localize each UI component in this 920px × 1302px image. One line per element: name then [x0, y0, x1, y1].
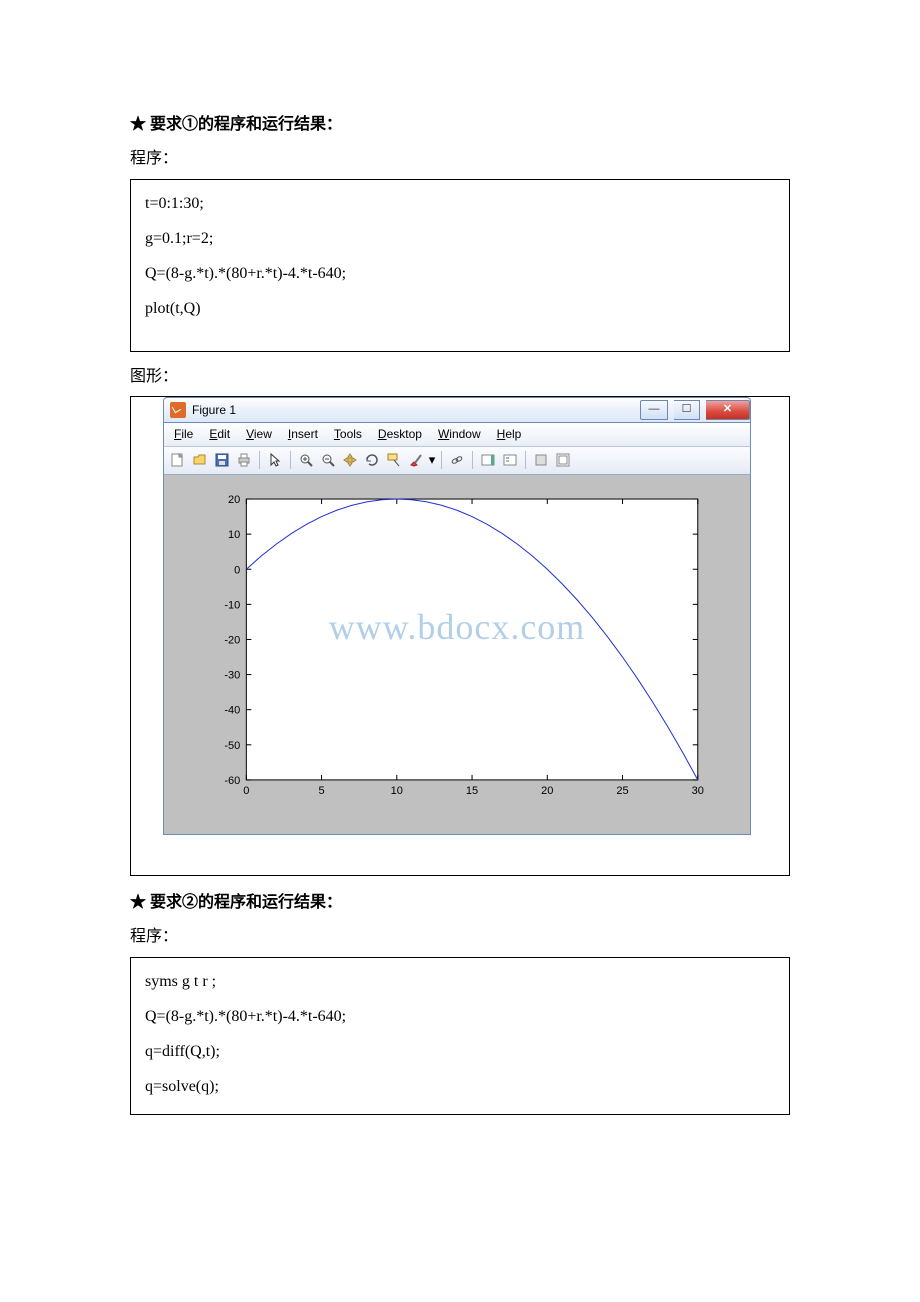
svg-text:0: 0: [234, 564, 240, 576]
svg-text:-20: -20: [224, 634, 240, 646]
code-line: syms g t r ;: [145, 964, 775, 999]
section2-heading: ★ 要求②的程序和运行结果：: [130, 888, 790, 918]
section1-figure-label: 图形：: [130, 362, 790, 392]
toolbar: ▾: [163, 447, 751, 475]
svg-text:25: 25: [616, 785, 628, 797]
code-line: Q=(8-g.*t).*(80+r.*t)-4.*t-640;: [145, 999, 775, 1034]
matlab-icon: [170, 402, 186, 418]
svg-text:20: 20: [541, 785, 553, 797]
save-icon[interactable]: [212, 450, 232, 470]
section2-code-label: 程序：: [130, 922, 790, 952]
code-line: q=solve(q);: [145, 1069, 775, 1104]
figure-container: Figure 1 — ☐ ✕ File Edit View Insert Too…: [130, 396, 790, 876]
menu-desktop[interactable]: Desktop: [378, 423, 422, 446]
code-line: g=0.1;r=2;: [145, 221, 775, 256]
menu-tools[interactable]: Tools: [334, 423, 362, 446]
svg-text:30: 30: [692, 785, 704, 797]
dropdown-icon[interactable]: ▾: [428, 450, 436, 470]
svg-text:10: 10: [228, 529, 240, 541]
svg-text:10: 10: [391, 785, 403, 797]
code-line: plot(t,Q): [145, 291, 775, 326]
legend-icon[interactable]: [500, 450, 520, 470]
section1-code-label: 程序：: [130, 144, 790, 174]
window-title: Figure 1: [192, 399, 236, 422]
code-line: t=0:1:30;: [145, 186, 775, 221]
maximize-button[interactable]: ☐: [674, 400, 700, 420]
menu-edit[interactable]: Edit: [209, 423, 230, 446]
svg-text:-10: -10: [224, 599, 240, 611]
plot-svg: -60 -50 -40 -30 -20 -10 0 10 20 0 5 10 15 20 25 30: [182, 489, 732, 810]
zoomout-icon[interactable]: [318, 450, 338, 470]
matlab-figure-window: Figure 1 — ☐ ✕ File Edit View Insert Too…: [163, 397, 751, 835]
plot-area: www.bdocx.com -60-50-40-30-20-1001020 05…: [163, 475, 751, 835]
menu-file[interactable]: File: [174, 423, 193, 446]
pan-icon[interactable]: [340, 450, 360, 470]
menubar: File Edit View Insert Tools Desktop Wind…: [163, 423, 751, 447]
link-icon[interactable]: [447, 450, 467, 470]
code-line: Q=(8-g.*t).*(80+r.*t)-4.*t-640;: [145, 256, 775, 291]
svg-text:-50: -50: [224, 740, 240, 752]
code-line: q=diff(Q,t);: [145, 1034, 775, 1069]
hide-icon[interactable]: [531, 450, 551, 470]
minimize-button[interactable]: —: [640, 400, 668, 420]
menu-view[interactable]: View: [246, 423, 272, 446]
menu-help[interactable]: Help: [497, 423, 522, 446]
svg-text:5: 5: [319, 785, 325, 797]
colorbar-icon[interactable]: [478, 450, 498, 470]
svg-text:-40: -40: [224, 705, 240, 717]
rotate-icon[interactable]: [362, 450, 382, 470]
pointer-icon[interactable]: [265, 450, 285, 470]
svg-text:20: 20: [228, 494, 240, 506]
svg-text:15: 15: [466, 785, 478, 797]
open-icon[interactable]: [190, 450, 210, 470]
show-icon[interactable]: [553, 450, 573, 470]
svg-text:0: 0: [243, 785, 249, 797]
zoomin-icon[interactable]: [296, 450, 316, 470]
svg-text:-30: -30: [224, 670, 240, 682]
print-icon[interactable]: [234, 450, 254, 470]
section1-heading: ★ 要求①的程序和运行结果：: [130, 110, 790, 140]
menu-insert[interactable]: Insert: [288, 423, 318, 446]
svg-text:-60: -60: [224, 775, 240, 787]
datacursor-icon[interactable]: [384, 450, 404, 470]
code-block-1: t=0:1:30; g=0.1;r=2; Q=(8-g.*t).*(80+r.*…: [130, 179, 790, 352]
menu-window[interactable]: Window: [438, 423, 481, 446]
window-titlebar: Figure 1 — ☐ ✕: [163, 397, 751, 423]
new-icon[interactable]: [168, 450, 188, 470]
code-block-2: syms g t r ; Q=(8-g.*t).*(80+r.*t)-4.*t-…: [130, 957, 790, 1116]
brush-icon[interactable]: [406, 450, 426, 470]
close-button[interactable]: ✕: [706, 400, 750, 420]
